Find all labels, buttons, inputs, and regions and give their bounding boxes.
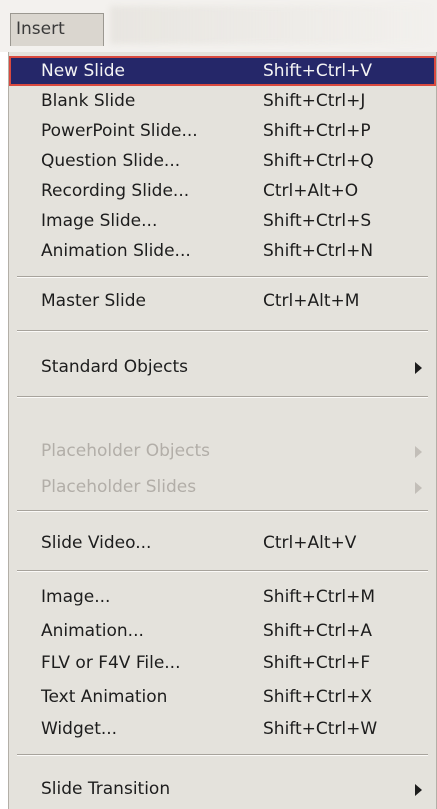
menu-item-blank-slide[interactable]: Blank Slide Shift+Ctrl+J: [15, 86, 430, 116]
menu-item-shortcut: Shift+Ctrl+Q: [263, 151, 374, 171]
menu-item-placeholder-slides: Placeholder Slides: [15, 472, 430, 502]
menu-item-powerpoint-slide[interactable]: PowerPoint Slide... Shift+Ctrl+P: [15, 116, 430, 146]
submenu-arrow-icon: [415, 482, 422, 494]
menu-item-label: Recording Slide...: [41, 181, 190, 201]
menu-item-recording-slide[interactable]: Recording Slide... Ctrl+Alt+O: [15, 176, 430, 206]
menu-item-label: Placeholder Slides: [41, 477, 197, 497]
submenu-arrow-icon: [415, 362, 422, 374]
menu-item-shortcut: Shift+Ctrl+N: [263, 241, 374, 261]
menu-item-shortcut: Ctrl+Alt+V: [263, 533, 357, 553]
menu-separator: [17, 754, 428, 756]
menu-item-widget[interactable]: Widget... Shift+Ctrl+W: [15, 714, 430, 744]
menu-item-label: Slide Transition: [41, 779, 171, 799]
menu-item-standard-objects[interactable]: Standard Objects: [15, 352, 430, 382]
menu-item-label: Question Slide...: [41, 151, 181, 171]
menu-item-label: Master Slide: [41, 291, 146, 311]
insert-menu-button[interactable]: Insert: [10, 13, 104, 46]
menu-separator: [17, 396, 428, 398]
menu-item-label: Animation...: [41, 621, 144, 641]
menu-separator: [17, 570, 428, 572]
menu-item-label: Text Animation: [41, 687, 168, 707]
menu-item-label: PowerPoint Slide...: [41, 121, 198, 141]
menu-item-slide-transition[interactable]: Slide Transition: [15, 774, 430, 804]
menu-item-shortcut: Shift+Ctrl+F: [263, 653, 371, 673]
menu-item-shortcut: Shift+Ctrl+M: [263, 587, 376, 607]
menu-separator: [17, 276, 428, 278]
menu-bar: Insert: [0, 0, 437, 52]
menu-item-shortcut: Shift+Ctrl+A: [263, 621, 373, 641]
menu-item-label: Blank Slide: [41, 91, 136, 111]
submenu-arrow-icon: [415, 784, 422, 796]
menu-item-question-slide[interactable]: Question Slide... Shift+Ctrl+Q: [15, 146, 430, 176]
menu-item-shortcut: Ctrl+Alt+M: [263, 291, 360, 311]
menu-item-label: FLV or F4V File...: [41, 653, 181, 673]
menu-item-shortcut: Shift+Ctrl+P: [263, 121, 371, 141]
menu-item-image-slide[interactable]: Image Slide... Shift+Ctrl+S: [15, 206, 430, 236]
menu-separator: [17, 510, 428, 512]
menu-item-slide-video[interactable]: Slide Video... Ctrl+Alt+V: [15, 528, 430, 558]
menu-item-text-animation[interactable]: Text Animation Shift+Ctrl+X: [15, 682, 430, 712]
menu-item-label: Slide Video...: [41, 533, 152, 553]
menu-item-master-slide[interactable]: Master Slide Ctrl+Alt+M: [15, 286, 430, 316]
menu-item-image[interactable]: Image... Shift+Ctrl+M: [15, 582, 430, 612]
menu-item-flv-f4v-file[interactable]: FLV or F4V File... Shift+Ctrl+F: [15, 648, 430, 678]
menu-item-shortcut: Shift+Ctrl+X: [263, 687, 373, 707]
menu-item-label: Widget...: [41, 719, 118, 739]
app-root: Insert New Slide Shift+Ctrl+V Blank Slid…: [0, 0, 437, 809]
menu-item-new-slide[interactable]: New Slide Shift+Ctrl+V: [9, 56, 436, 86]
menu-separator: [17, 330, 428, 332]
menu-item-label: Placeholder Objects: [41, 441, 210, 461]
menu-item-label: New Slide: [41, 61, 125, 81]
menu-item-shortcut: Ctrl+Alt+O: [263, 181, 359, 201]
insert-dropdown-menu: New Slide Shift+Ctrl+V Blank Slide Shift…: [8, 52, 437, 809]
menu-item-label: Image Slide...: [41, 211, 158, 231]
submenu-arrow-icon: [415, 446, 422, 458]
menu-item-shortcut: Shift+Ctrl+V: [263, 61, 373, 81]
menu-item-label: Animation Slide...: [41, 241, 191, 261]
menu-item-shortcut: Shift+Ctrl+W: [263, 719, 378, 739]
menu-item-label: Standard Objects: [41, 357, 188, 377]
menu-bar-blur: [110, 6, 430, 44]
menu-item-animation[interactable]: Animation... Shift+Ctrl+A: [15, 616, 430, 646]
menu-item-shortcut: Shift+Ctrl+S: [263, 211, 372, 231]
menu-item-label: Image...: [41, 587, 111, 607]
menu-item-shortcut: Shift+Ctrl+J: [263, 91, 366, 111]
menu-item-animation-slide[interactable]: Animation Slide... Shift+Ctrl+N: [15, 236, 430, 266]
menu-item-placeholder-objects: Placeholder Objects: [15, 436, 430, 466]
